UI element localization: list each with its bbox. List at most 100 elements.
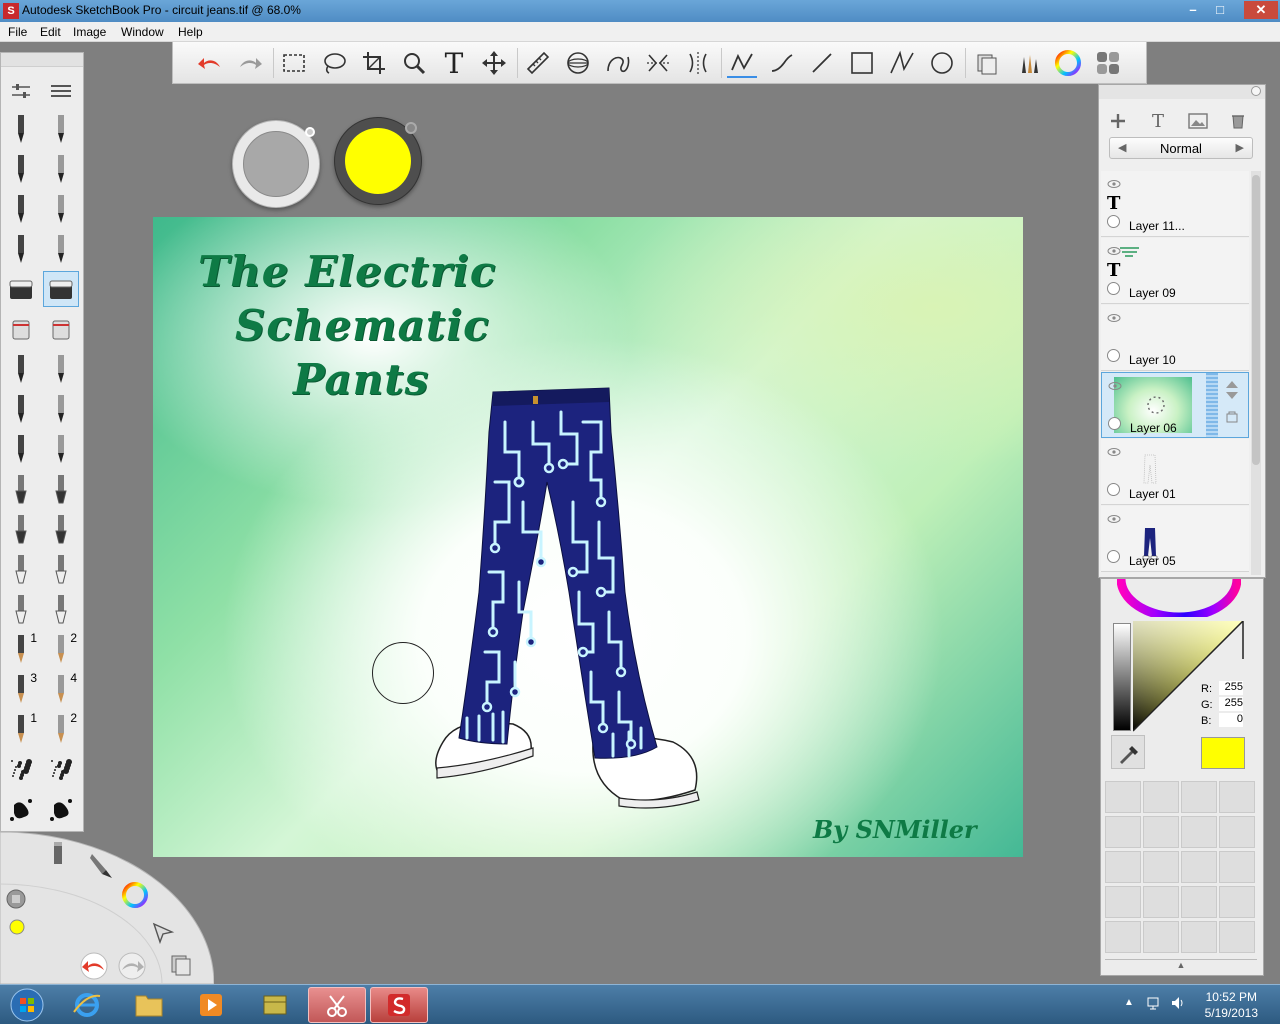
custom-pen-2-brush-icon[interactable]: 2 (43, 711, 79, 747)
lagoon-brush-puck-icon[interactable] (4, 888, 28, 910)
eyedropper-icon[interactable] (1111, 735, 1145, 769)
layer-row[interactable]: Layer 01 (1101, 439, 1249, 505)
rect-select-icon[interactable] (279, 48, 309, 78)
symmetry-x-icon[interactable] (643, 48, 673, 78)
airbrush-brush-icon[interactable] (43, 231, 79, 267)
redo-icon[interactable] (235, 48, 265, 78)
color-swatch-slot[interactable] (1143, 781, 1179, 813)
blue-value[interactable]: 0 (1219, 713, 1243, 727)
chisel-marker-brush-icon[interactable] (43, 151, 79, 187)
menu-help[interactable]: Help (178, 25, 203, 39)
visibility-eye-icon[interactable] (1108, 381, 1122, 391)
custom-brush-1-brush-icon[interactable]: 1 (3, 631, 39, 667)
color-swatch-slot[interactable] (1105, 886, 1141, 918)
brush-palette-icon[interactable] (1013, 48, 1043, 78)
tray-show-hidden-icon[interactable]: ▲ (1124, 997, 1134, 1008)
flat-brush-brush-icon[interactable] (43, 471, 79, 507)
big-fan-brush-brush-icon[interactable] (43, 591, 79, 627)
internet-explorer-icon[interactable] (58, 987, 116, 1023)
circle-icon[interactable] (927, 48, 957, 78)
blend-mode-selector[interactable]: ◀ Normal ▶ (1109, 137, 1253, 159)
drawing-canvas[interactable]: The Electric Schematic Pants By SNMiller (153, 217, 1023, 857)
start-orb-icon[interactable] (2, 987, 52, 1023)
visibility-eye-icon[interactable] (1107, 313, 1121, 323)
color-swatch-slot[interactable] (1181, 886, 1217, 918)
layer-menu-icon[interactable] (1224, 409, 1240, 425)
technical-pen-brush-icon[interactable] (43, 111, 79, 147)
line-icon[interactable] (807, 48, 837, 78)
menu-file[interactable]: File (8, 25, 27, 39)
brush-puck-handle[interactable] (305, 127, 315, 137)
eraser-brush-icon[interactable] (3, 271, 39, 307)
calligraphy-pen-brush-icon[interactable] (43, 391, 79, 427)
custom-brush-3-brush-icon[interactable]: 3 (3, 671, 39, 707)
fine-brush-brush-icon[interactable] (43, 191, 79, 227)
brush-stroke-icon[interactable] (727, 48, 757, 78)
layer-row[interactable]: Layer 05 (1101, 506, 1249, 572)
color-swatch-slot[interactable] (1143, 816, 1179, 848)
red-value[interactable]: 255 (1219, 681, 1243, 695)
layer-lock-radio[interactable] (1107, 550, 1120, 563)
color-puck-handle[interactable] (405, 122, 417, 134)
add-layer-icon[interactable] (1105, 109, 1131, 133)
color-swatch-slot[interactable] (1181, 921, 1217, 953)
color-swatch-slot[interactable] (1219, 851, 1255, 883)
layer-lock-radio[interactable] (1107, 215, 1120, 228)
felt-tip-brush-icon[interactable] (3, 391, 39, 427)
menu-window[interactable]: Window (121, 25, 164, 39)
current-color-swatch[interactable] (1201, 737, 1245, 769)
speckle-brush-icon[interactable] (43, 751, 79, 787)
hard-eraser-brush-icon[interactable] (43, 271, 79, 307)
layer-row-selected[interactable]: Layer 06 (1101, 372, 1249, 438)
layer-row[interactable]: T Layer 09 (1101, 238, 1249, 304)
layer-editor-close-icon[interactable] (1251, 86, 1261, 96)
pencil-tool-icon[interactable] (48, 840, 68, 868)
color-swatch-slot[interactable] (1219, 781, 1255, 813)
color-swatch-slot[interactable] (1219, 886, 1255, 918)
highlighter-brush-icon[interactable] (43, 431, 79, 467)
menu-image[interactable]: Image (73, 25, 106, 39)
move-icon[interactable] (479, 48, 509, 78)
visibility-eye-icon[interactable] (1107, 179, 1121, 189)
ink-pen-brush-icon[interactable] (3, 231, 39, 267)
brush-settings-icon[interactable] (3, 73, 39, 109)
sketchbook-app-icon[interactable]: S (3, 3, 19, 19)
layer-scrollbar[interactable] (1251, 171, 1261, 575)
delete-layer-icon[interactable] (1225, 109, 1251, 133)
undo-icon[interactable] (195, 48, 225, 78)
snipping-tool-icon[interactable] (308, 987, 366, 1023)
layer-lock-radio[interactable] (1107, 483, 1120, 496)
layer-row[interactable]: Layer 10 (1101, 305, 1249, 371)
color-swatch-slot[interactable] (1105, 816, 1141, 848)
layer-lock-radio[interactable] (1107, 282, 1120, 295)
paint-brush-brush-icon[interactable] (3, 511, 39, 547)
bristle-brush-brush-icon[interactable] (3, 551, 39, 587)
system-clock[interactable]: 10:52 PM 5/19/2013 (1205, 989, 1258, 1021)
zoom-icon[interactable] (399, 48, 429, 78)
color-swatch-slot[interactable] (1105, 781, 1141, 813)
visibility-eye-icon[interactable] (1107, 447, 1121, 457)
color-swatch-slot[interactable] (1143, 851, 1179, 883)
color-swatch-slot[interactable] (1105, 851, 1141, 883)
blend-next-icon[interactable]: ▶ (1236, 141, 1244, 154)
layer-lock-radio[interactable] (1107, 349, 1120, 362)
ballpoint-brush-icon[interactable] (3, 351, 39, 387)
french-curve-icon[interactable] (603, 48, 633, 78)
color-wheel-icon[interactable] (1053, 48, 1083, 78)
color-swatch-slot[interactable] (1181, 851, 1217, 883)
symmetry-y-icon[interactable] (683, 48, 713, 78)
custom-brush-2-brush-icon[interactable]: 2 (43, 631, 79, 667)
polyline-icon[interactable] (887, 48, 917, 78)
line-curve-icon[interactable] (767, 48, 797, 78)
ruler-icon[interactable] (523, 48, 553, 78)
rectangle-icon[interactable] (847, 48, 877, 78)
color-swatch-slot[interactable] (1181, 781, 1217, 813)
copic-palette-icon[interactable] (1093, 48, 1123, 78)
color-swatch-slot[interactable] (1105, 921, 1141, 953)
marker-brush-icon[interactable] (3, 151, 39, 187)
lagoon-redo-icon[interactable] (114, 952, 150, 980)
ellipse-guide-icon[interactable] (563, 48, 593, 78)
lagoon-layers-icon[interactable] (168, 950, 194, 978)
round-brush-brush-icon[interactable] (3, 471, 39, 507)
lagoon-undo-icon[interactable] (76, 952, 112, 980)
